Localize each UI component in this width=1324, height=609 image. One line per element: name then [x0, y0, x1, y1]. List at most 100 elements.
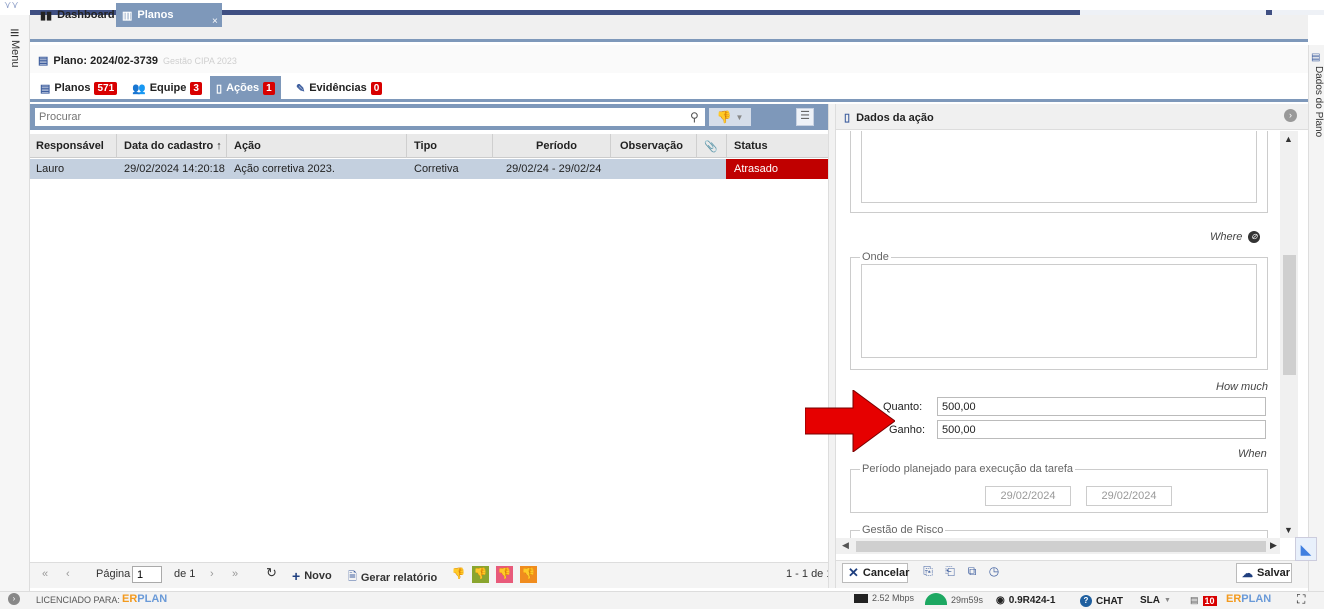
clock-icon[interactable]: ◷ [986, 564, 1002, 582]
side-menu-rail[interactable] [0, 15, 30, 591]
tab-dashboard[interactable]: ▮▮ Dashboard [34, 3, 116, 27]
scroll-up-icon[interactable]: ▲ [1284, 134, 1293, 144]
column-header-status[interactable]: Status [734, 140, 768, 152]
subtab-equipe[interactable]: 👥 Equipe 3 [126, 76, 208, 100]
prev-page-button[interactable]: ‹ [66, 568, 70, 580]
cell-data: 29/02/2024 14:20:18 [124, 163, 225, 175]
tab-planos-label: Planos [137, 9, 174, 21]
subtab-acoes[interactable]: ▯ Ações 1 [210, 76, 281, 100]
document-icon: 🗎 [348, 571, 357, 583]
start-date-field[interactable]: 29/02/2024 [985, 486, 1071, 506]
cancel-button[interactable]: ✕ Cancelar [842, 563, 909, 583]
search-icon[interactable]: ⚲ [690, 110, 699, 124]
eye-icon: ◉ [996, 595, 1005, 606]
column-divider [696, 134, 697, 158]
notification-icon: ▤ [1190, 595, 1199, 605]
sla-dropdown[interactable]: SLA ▼ [1140, 595, 1171, 606]
cell-acao: Ação corretiva 2023. [234, 163, 335, 175]
next-page-button[interactable]: › [210, 568, 214, 580]
close-tab-icon[interactable]: × [212, 16, 218, 27]
clipboard-icon: ▯ [844, 112, 851, 124]
logo-er: ER [122, 593, 138, 605]
notifications-button[interactable]: ▤ 10 [1190, 595, 1217, 606]
subtab-equipe-label: Equipe [149, 82, 187, 94]
plan-title-text: Plano: 2024/02-3739 [53, 54, 158, 67]
version-label: ◉ 0.9R424-1 [996, 595, 1055, 606]
first-page-button[interactable]: « [42, 568, 48, 580]
version-text: 0.9R424-1 [1008, 595, 1056, 606]
panel-splitter[interactable] [828, 104, 836, 588]
column-header-observacao[interactable]: Observação [620, 140, 683, 152]
scroll-down-icon[interactable]: ▼ [1284, 525, 1293, 535]
column-divider [226, 134, 227, 158]
connection-speed: 2.52 Mbps [854, 593, 914, 603]
tab-dashboard-label: Dashboard [57, 9, 115, 21]
vertical-scroll-thumb[interactable] [1283, 255, 1296, 375]
folder-icon: ▤ [40, 82, 51, 95]
thumb-down-icon: 👎 [716, 110, 732, 124]
previous-textarea[interactable] [861, 131, 1257, 203]
page-number-input[interactable] [132, 566, 162, 583]
onde-textarea[interactable] [861, 264, 1257, 358]
howmuch-label: How much [1216, 381, 1268, 393]
chat-button[interactable]: ? CHAT [1080, 595, 1123, 607]
menu-label[interactable]: Menu [9, 40, 21, 68]
thumb-down-filter-green[interactable]: 👎 [472, 566, 489, 583]
page-range-label: 1 - 1 de 1 [786, 568, 833, 580]
collapse-panel-icon[interactable]: › [1284, 109, 1297, 122]
scroll-left-icon[interactable]: ◀ [842, 540, 849, 551]
detail-title-text: Dados da ação [856, 111, 934, 124]
plus-icon: + [292, 568, 301, 584]
column-header-data[interactable]: Data do cadastro ↑ [124, 140, 222, 152]
folder-icon: ▤ [38, 55, 49, 67]
column-header-anexo[interactable]: 📎 [704, 140, 718, 153]
plan-subtitle: Gestão CIPA 2023 [162, 55, 237, 66]
helper-chip-icon[interactable]: ◣ [1295, 537, 1317, 561]
attach-icon[interactable]: ⎗ [942, 564, 958, 582]
dados-do-plano-tab[interactable]: Dados do Plano [1313, 66, 1324, 137]
speed-text: 2.52 Mbps [872, 593, 915, 603]
column-header-acao[interactable]: Ação [234, 140, 261, 152]
page-label: Página [96, 568, 131, 580]
report-button[interactable]: 🗎 Gerar relatório [348, 568, 437, 587]
onde-legend: Onde [860, 251, 891, 263]
subtab-evidencias[interactable]: ✎ Evidências 0 [290, 76, 388, 100]
clipboard-icon: ▯ [216, 82, 223, 95]
column-header-periodo[interactable]: Período [536, 140, 577, 152]
scroll-right-icon[interactable]: ▶ [1270, 540, 1277, 551]
expand-icon[interactable]: › [8, 593, 20, 605]
save-button[interactable]: ☁ Salvar [1236, 563, 1292, 583]
last-page-button[interactable]: » [232, 568, 238, 580]
quanto-input[interactable] [937, 397, 1266, 416]
new-button[interactable]: + Novo [292, 568, 332, 584]
subtab-acoes-count: 1 [263, 81, 275, 95]
red-arrow-annotation [805, 390, 895, 452]
column-header-responsavel[interactable]: Responsável [36, 140, 104, 152]
refresh-button[interactable]: ↻ [266, 565, 277, 581]
subtab-acoes-label: Ações [226, 82, 260, 94]
tab-planos[interactable]: ▥ Planos [116, 3, 222, 27]
columns-menu-icon[interactable]: ☰ [796, 108, 814, 126]
thumb-down-filter-none[interactable]: 👎 [450, 566, 467, 583]
ganho-input[interactable] [937, 420, 1266, 439]
search-input[interactable] [35, 108, 705, 126]
subtab-planos[interactable]: ▤ Planos 571 [34, 76, 123, 100]
paperclip-icon: ✎ [296, 82, 306, 95]
detail-panel-title: ▯ Dados da ação [844, 111, 934, 125]
bar-chart-icon: ▮▮ [40, 9, 53, 22]
red-arrow-shape [805, 390, 895, 452]
end-date-field[interactable]: 29/02/2024 [1086, 486, 1172, 506]
erplan-logo: ERPLAN [122, 593, 167, 605]
sla-label: SLA [1140, 595, 1160, 606]
block-icon[interactable]: ⊘ [1248, 231, 1261, 243]
rating-filter-dropdown[interactable]: 👎 ▼ [709, 108, 751, 126]
thumb-down-filter-red[interactable]: 👎 [496, 566, 513, 583]
copy-icon[interactable]: ⎘ [920, 564, 936, 582]
horizontal-scroll-thumb[interactable] [856, 541, 1266, 552]
folder-icon: ▤ [1311, 52, 1321, 63]
fullscreen-icon[interactable]: ⛶ [1297, 592, 1305, 607]
thumb-down-filter-orange[interactable]: 👎 [520, 566, 537, 583]
column-divider [610, 134, 611, 158]
column-header-tipo[interactable]: Tipo [414, 140, 437, 152]
clone-icon[interactable]: ⧉ [964, 564, 980, 582]
